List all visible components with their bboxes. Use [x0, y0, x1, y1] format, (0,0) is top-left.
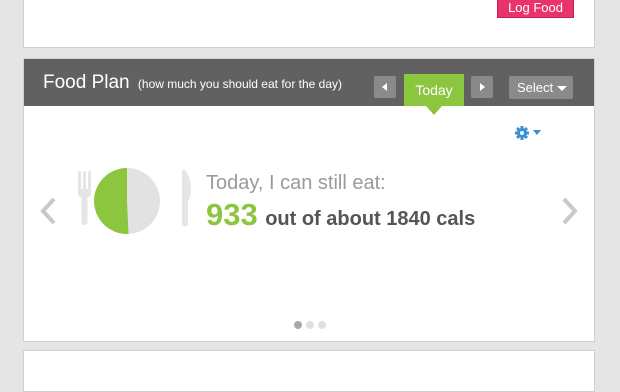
calorie-goal-text: out of about 1840 cals — [265, 208, 476, 230]
chevron-left-icon[interactable] — [38, 195, 60, 227]
food-plan-title-text: Food Plan — [43, 72, 130, 93]
chevron-right-icon[interactable] — [558, 195, 580, 227]
bottom-panel — [23, 350, 595, 392]
gear-icon[interactable] — [514, 125, 544, 141]
carousel-dot[interactable] — [306, 321, 314, 329]
select-label: Select — [517, 80, 554, 95]
calories-remaining: 933 — [206, 197, 258, 232]
plate-icon — [78, 168, 192, 234]
knife-icon — [182, 169, 192, 227]
triangle-right-icon — [480, 83, 485, 91]
fork-icon — [78, 171, 91, 225]
next-day-button[interactable] — [471, 76, 493, 98]
food-plan-header: Food Plan (how much you should eat for t… — [24, 59, 594, 115]
caret-down-icon — [557, 86, 567, 91]
calories-eaten-slice — [94, 168, 129, 234]
carousel-dot[interactable] — [318, 321, 326, 329]
log-food-button[interactable]: Log Food — [497, 0, 574, 18]
remaining-label: Today, I can still eat: — [206, 172, 386, 194]
food-plan-subtitle: (how much you should eat for the day) — [137, 77, 343, 91]
triangle-left-icon — [382, 83, 387, 91]
top-panel: Log Food — [23, 0, 595, 48]
select-dropdown[interactable]: Select — [509, 76, 573, 99]
carousel-dot[interactable] — [294, 321, 302, 329]
food-plan-title: Food Plan (how much you should eat for t… — [43, 72, 342, 94]
calorie-summary: 933 out of about 1840 cals — [206, 197, 475, 233]
previous-day-button[interactable] — [374, 76, 396, 98]
food-plan-panel: Food Plan (how much you should eat for t… — [23, 58, 595, 342]
today-button[interactable]: Today — [404, 74, 464, 115]
